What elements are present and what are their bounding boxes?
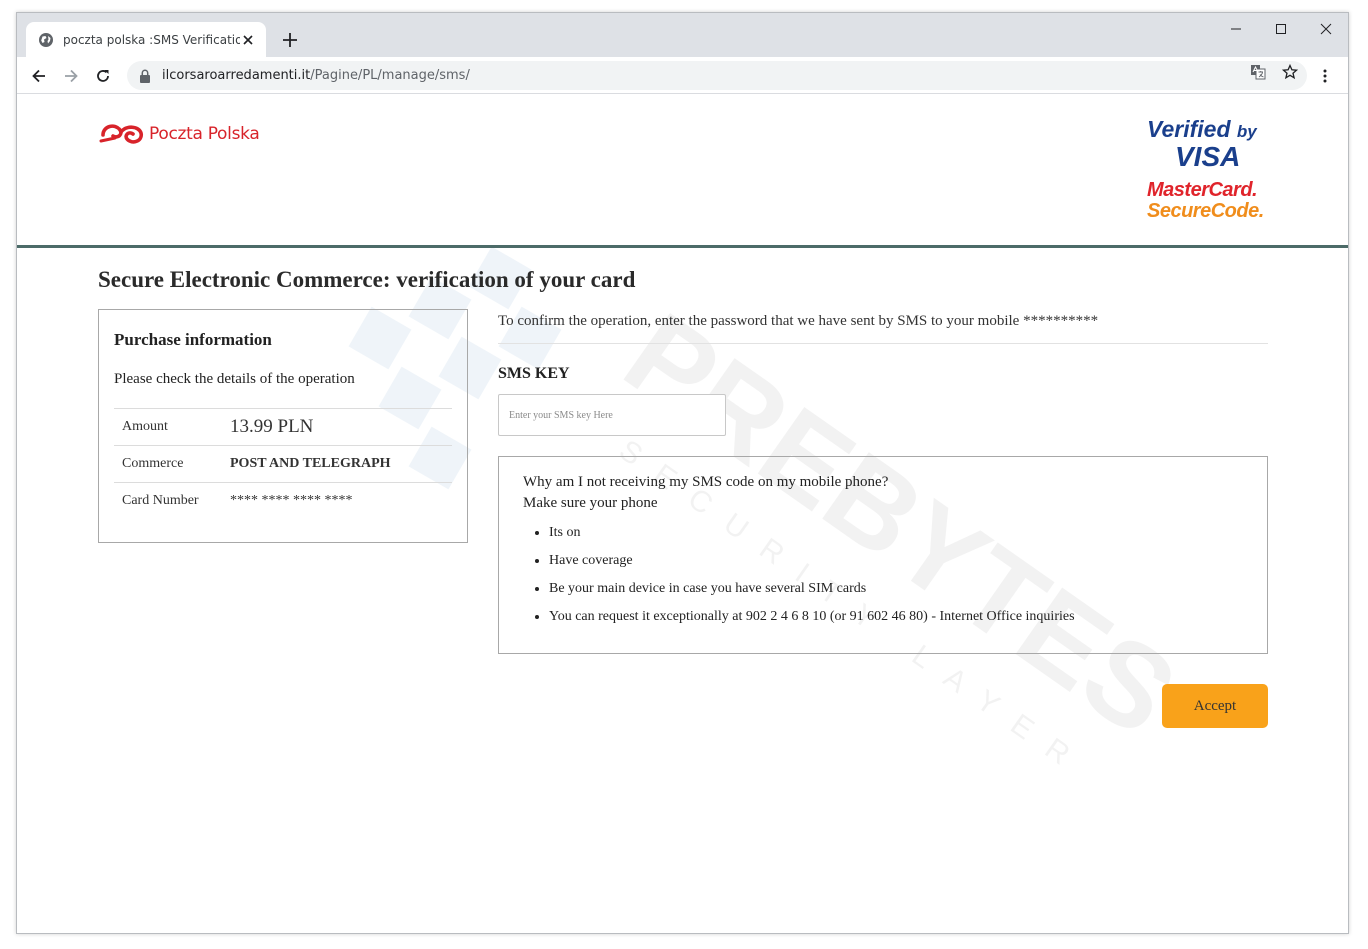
- reload-icon: [97, 70, 109, 82]
- list-item: Its on: [549, 524, 1243, 542]
- verified-text: Verified: [1147, 116, 1231, 142]
- maximize-icon: [1276, 24, 1286, 34]
- section-divider: [498, 343, 1268, 344]
- browser-toolbar: ilcorsaroarredamenti.it/Pagine/PL/manage…: [17, 57, 1348, 94]
- accept-button[interactable]: Accept: [1162, 684, 1268, 728]
- browser-window: poczta polska :SMS Verification ilcorsar…: [16, 12, 1349, 934]
- maximize-button[interactable]: [1267, 19, 1295, 39]
- back-button[interactable]: [27, 64, 51, 88]
- reload-button[interactable]: [91, 64, 115, 88]
- help-list: Its on Have coverage Be your main device…: [523, 524, 1243, 626]
- securecode-text: SecureCode.: [1147, 200, 1264, 222]
- amount-label: Amount: [114, 408, 230, 446]
- confirm-instructions: To confirm the operation, enter the pass…: [498, 313, 1099, 329]
- card-security-logos: Verified by VISA MasterCard. SecureCode.: [1147, 117, 1272, 222]
- card-number-value: **** **** **** ****: [230, 482, 452, 520]
- url-host: ilcorsaroarredamenti.it: [162, 68, 311, 83]
- table-row: Card Number **** **** **** ****: [114, 482, 452, 520]
- commerce-label: Commerce: [114, 445, 230, 483]
- help-question: Why am I not receiving my SMS code on my…: [523, 474, 889, 490]
- sms-help-box: Why am I not receiving my SMS code on my…: [498, 456, 1268, 654]
- verified-by-text: by: [1236, 122, 1257, 141]
- arrow-right-icon: [65, 69, 78, 83]
- mastercard-text: MasterCard.: [1147, 179, 1258, 201]
- sms-key-input[interactable]: [498, 394, 726, 436]
- translate-button[interactable]: [1249, 63, 1267, 81]
- purchase-info-panel: Purchase information Please check the de…: [98, 309, 468, 543]
- globe-icon: [39, 32, 53, 47]
- purchase-table: Amount 13.99 PLN Commerce POST AND TELEG…: [114, 408, 452, 520]
- url-text[interactable]: ilcorsaroarredamenti.it/Pagine/PL/manage…: [162, 68, 470, 83]
- tab-strip: poczta polska :SMS Verification: [17, 13, 1348, 57]
- tab-title: poczta polska :SMS Verification: [63, 32, 240, 47]
- minimize-button[interactable]: [1222, 19, 1250, 39]
- table-row: Amount 13.99 PLN: [114, 408, 452, 446]
- list-item: Have coverage: [549, 552, 1243, 570]
- poczta-polska-logo[interactable]: Poczta Polska: [99, 113, 275, 155]
- translate-icon: [1251, 65, 1266, 80]
- list-item: Be your main device in case you have sev…: [549, 580, 1243, 598]
- table-row: Commerce POST AND TELEGRAPH: [114, 445, 452, 483]
- verified-by-visa-logo: Verified by: [1147, 117, 1272, 144]
- sms-key-label: SMS KEY: [498, 365, 570, 382]
- kebab-menu-icon[interactable]: [1317, 68, 1333, 84]
- arrow-left-icon: [32, 69, 45, 83]
- new-tab-button[interactable]: [279, 29, 301, 51]
- star-icon: [1282, 64, 1298, 80]
- purchase-subtitle: Please check the details of the operatio…: [114, 371, 355, 387]
- card-number-label: Card Number: [114, 482, 230, 520]
- forward-button[interactable]: [59, 64, 83, 88]
- address-bar[interactable]: ilcorsaroarredamenti.it/Pagine/PL/manage…: [127, 61, 1307, 90]
- purchase-title: Purchase information: [114, 330, 272, 349]
- tab-close-button[interactable]: [240, 32, 256, 48]
- post-horn-icon: [99, 124, 143, 144]
- close-icon: [243, 34, 253, 45]
- list-item: You can request it exceptionally at 902 …: [549, 608, 1243, 626]
- url-path: /Pagine/PL/manage/sms/: [310, 68, 470, 83]
- close-icon: [1320, 23, 1332, 35]
- help-intro: Make sure your phone: [523, 495, 658, 511]
- amount-value: 13.99 PLN: [230, 408, 452, 446]
- visa-text: VISA: [1175, 141, 1241, 172]
- brand-name: Poczta Polska: [149, 124, 260, 144]
- browser-tab-active[interactable]: poczta polska :SMS Verification: [26, 22, 266, 57]
- bookmark-button[interactable]: [1281, 63, 1299, 81]
- lock-icon: [140, 69, 150, 83]
- page-content: PREBYTES SECURITY LAYER Poczta Polska Ve…: [17, 95, 1348, 933]
- page-title: Secure Electronic Commerce: verification…: [98, 267, 636, 292]
- header-divider: [17, 245, 1348, 248]
- window-close-button[interactable]: [1312, 19, 1340, 39]
- minimize-icon: [1231, 28, 1241, 30]
- commerce-value: POST AND TELEGRAPH: [230, 445, 452, 483]
